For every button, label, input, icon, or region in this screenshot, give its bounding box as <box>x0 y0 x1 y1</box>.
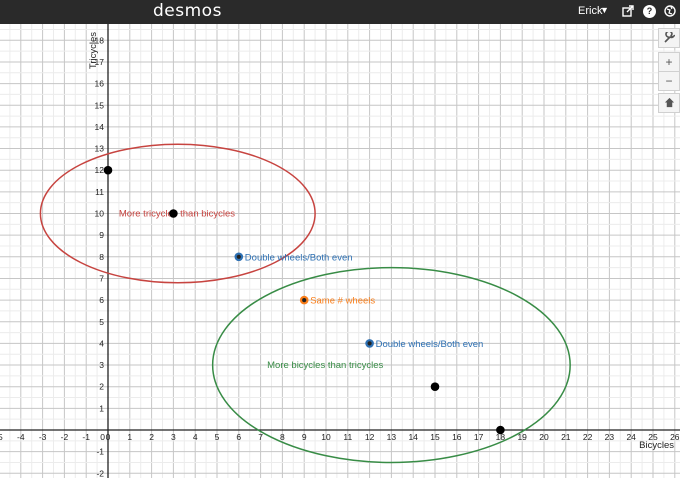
y-tick-label: 9 <box>99 230 104 240</box>
y-tick-label: 11 <box>95 187 104 197</box>
y-tick-label: 6 <box>99 295 104 305</box>
x-tick-label: 3 <box>171 432 176 442</box>
x-tick-label: 1 <box>127 432 132 442</box>
x-tick-label: -2 <box>61 432 69 442</box>
y-tick-label: 14 <box>95 122 105 132</box>
y-tick-label: 8 <box>99 252 104 262</box>
top-bar: desmos Erick ▼ ? <box>0 0 680 24</box>
x-tick-label: 22 <box>583 432 593 442</box>
green-region-label: More bicycles than tricycles <box>267 360 383 371</box>
x-tick-label: 0 <box>106 432 111 442</box>
y-tick-label: -1 <box>96 447 104 457</box>
x-tick-label: 7 <box>258 432 263 442</box>
x-tick-label: 9 <box>302 432 307 442</box>
chevron-down-icon[interactable]: ▼ <box>600 5 609 15</box>
x-tick-label: 14 <box>408 432 418 442</box>
x-tick-label: -3 <box>39 432 47 442</box>
data-point-center <box>236 254 241 259</box>
x-tick-label: 10 <box>321 432 331 442</box>
x-tick-label: 23 <box>605 432 615 442</box>
data-point-center <box>367 341 372 346</box>
desmos-logo: desmos <box>153 1 222 21</box>
graph-canvas[interactable]: -5-4-3-2-1012345678910111213141516171819… <box>0 24 680 478</box>
x-tick-label: 13 <box>387 432 397 442</box>
x-tick-label: 4 <box>193 432 198 442</box>
globe-icon[interactable] <box>663 5 676 18</box>
x-tick-label: 11 <box>343 432 352 442</box>
y-tick-label: 7 <box>99 273 104 283</box>
data-point[interactable] <box>496 425 505 435</box>
x-tick-label: 24 <box>626 432 636 442</box>
x-tick-label: 6 <box>236 432 241 442</box>
zoom-out-button[interactable]: − <box>658 71 680 91</box>
point-label: Double wheels/Both even <box>376 339 484 350</box>
x-tick-label: -5 <box>0 432 3 442</box>
y-axis-label: Tricycles <box>88 32 99 69</box>
share-icon[interactable] <box>621 5 634 18</box>
point-label: Same # wheels <box>310 296 375 307</box>
y-tick-label: 5 <box>99 317 104 327</box>
x-axis-label: Bicycles <box>639 440 674 451</box>
y-tick-label: 16 <box>95 79 105 89</box>
data-point-center <box>302 298 307 303</box>
x-tick-label: -1 <box>82 432 90 442</box>
data-point[interactable] <box>103 165 113 175</box>
data-point[interactable] <box>430 382 440 392</box>
x-tick-label: 15 <box>430 432 440 442</box>
x-tick-label: 5 <box>215 432 220 442</box>
y-tick-label: 2 <box>99 382 104 392</box>
x-tick-label: 2 <box>149 432 154 442</box>
home-icon[interactable] <box>658 93 680 113</box>
zoom-in-button[interactable]: + <box>658 52 680 72</box>
x-tick-label: 8 <box>280 432 285 442</box>
y-tick-label: -2 <box>96 468 104 478</box>
x-tick-label: 20 <box>539 432 549 442</box>
origin-label: 0 <box>100 432 105 442</box>
y-tick-label: 3 <box>99 360 104 370</box>
x-tick-label: 21 <box>561 432 571 442</box>
y-tick-label: 12 <box>95 165 105 175</box>
point-label: Double wheels/Both even <box>245 252 353 263</box>
y-tick-label: 4 <box>99 338 104 348</box>
user-menu[interactable]: Erick <box>578 5 602 17</box>
x-tick-label: 17 <box>474 432 484 442</box>
help-icon[interactable]: ? <box>643 5 656 18</box>
x-tick-label: 16 <box>452 432 462 442</box>
y-tick-label: 10 <box>95 209 105 219</box>
wrench-icon[interactable] <box>658 28 680 48</box>
x-tick-label: 12 <box>365 432 375 442</box>
x-tick-label: -4 <box>17 432 25 442</box>
y-tick-label: 1 <box>99 403 104 413</box>
y-tick-label: 13 <box>95 144 105 154</box>
data-point[interactable] <box>169 209 178 218</box>
y-tick-label: 15 <box>95 100 105 110</box>
